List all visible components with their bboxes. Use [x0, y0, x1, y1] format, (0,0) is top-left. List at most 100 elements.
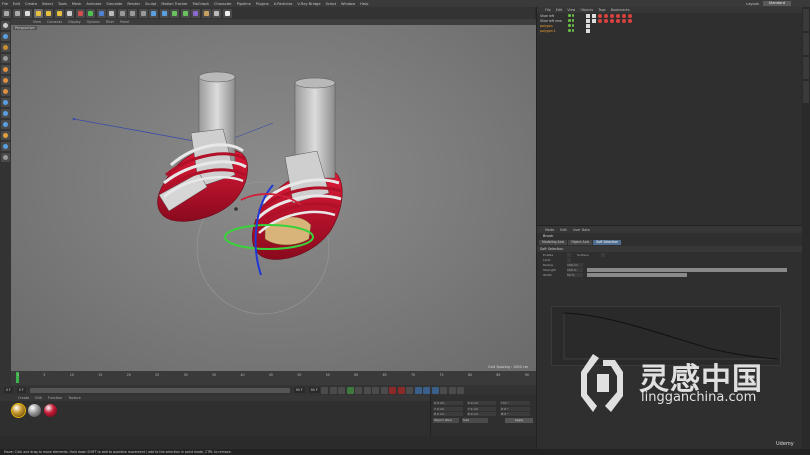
- goto-end-button[interactable]: [372, 386, 380, 394]
- deformer-button[interactable]: [191, 8, 200, 18]
- coordinate-system-button[interactable]: [107, 8, 116, 18]
- am-menu-edit[interactable]: Edit: [560, 228, 567, 232]
- timeline-menu-button[interactable]: [457, 386, 465, 394]
- layers-tab[interactable]: [803, 81, 809, 103]
- size-x-field[interactable]: X 0 cm: [466, 401, 497, 405]
- polygons-mode-button[interactable]: [1, 87, 10, 96]
- menu-animate[interactable]: Animate: [86, 2, 101, 6]
- workplane-button[interactable]: [1, 54, 10, 63]
- menu-tools[interactable]: Tools: [58, 2, 67, 6]
- menu-help[interactable]: Help: [360, 2, 368, 6]
- edges-mode-button[interactable]: [1, 76, 10, 85]
- next-frame-button[interactable]: [355, 386, 363, 394]
- visibility-flags[interactable]: [568, 24, 586, 27]
- lock-workplane-button[interactable]: [1, 153, 10, 162]
- end-frame-field[interactable]: 90 F: [308, 387, 320, 393]
- position-y-field[interactable]: Y 0 cm: [433, 406, 463, 411]
- range-start-field[interactable]: 0 F: [16, 387, 26, 393]
- axis-mode-button[interactable]: [1, 98, 10, 107]
- viewport-menu-display[interactable]: Display: [68, 20, 81, 24]
- menu-mesh[interactable]: Mesh: [72, 2, 81, 6]
- menu-motion-tracker[interactable]: Motion Tracker: [161, 2, 187, 6]
- size-z-field[interactable]: Z 0 cm: [466, 412, 497, 416]
- om-menu-view[interactable]: View: [567, 8, 575, 12]
- visibility-flags[interactable]: [568, 14, 586, 17]
- menu-select[interactable]: Select: [42, 2, 53, 6]
- prev-key-button[interactable]: [329, 386, 337, 394]
- points-mode-button[interactable]: [1, 65, 10, 74]
- layout-dropdown[interactable]: Standard: [762, 1, 791, 6]
- menu-plugins[interactable]: Plugins: [256, 2, 269, 6]
- y-axis-button[interactable]: [86, 8, 95, 18]
- record-button[interactable]: [389, 386, 397, 394]
- size-y-field[interactable]: Y 0 cm: [466, 406, 497, 411]
- subdivision-button[interactable]: [170, 8, 179, 18]
- point-level-button[interactable]: [448, 386, 456, 394]
- strength-field[interactable]: 100 %: [567, 267, 583, 272]
- structure-tab[interactable]: [803, 57, 809, 79]
- menu-file[interactable]: File: [2, 2, 8, 6]
- loop-button[interactable]: [380, 386, 388, 394]
- rotation-p-field[interactable]: P 0 °: [500, 406, 531, 411]
- menu-edit[interactable]: Edit: [13, 2, 20, 6]
- apply-button[interactable]: Apply: [505, 418, 533, 423]
- object-tags[interactable]: [586, 28, 592, 33]
- scale-tool-button[interactable]: [44, 8, 53, 18]
- menu-window[interactable]: Window: [341, 2, 355, 6]
- visibility-flags[interactable]: [568, 29, 586, 32]
- tab-modeling-axis[interactable]: Modeling Axis: [539, 239, 568, 245]
- position-key-button[interactable]: [414, 386, 422, 394]
- am-menu-user-data[interactable]: User Data: [573, 228, 590, 232]
- surface-checkbox[interactable]: [601, 252, 605, 257]
- coordinate-mode-dropdown[interactable]: Object (Rel): [433, 418, 459, 423]
- recent-tools-button[interactable]: [65, 8, 74, 18]
- content-browser-tab[interactable]: [803, 33, 809, 55]
- material-swatch[interactable]: [28, 404, 42, 420]
- goto-start-button[interactable]: [321, 386, 329, 394]
- texture-mode-button[interactable]: [1, 43, 10, 52]
- pen-button[interactable]: [159, 8, 169, 18]
- parameter-key-button[interactable]: [440, 386, 448, 394]
- object-tags[interactable]: [586, 23, 592, 28]
- light-button[interactable]: [222, 8, 232, 18]
- cube-button[interactable]: [149, 8, 158, 18]
- rotation-h-field[interactable]: H 0 °: [500, 401, 531, 405]
- object-tags[interactable]: [586, 13, 634, 18]
- rotation-b-field[interactable]: B 0 °: [500, 412, 531, 416]
- undo-button[interactable]: [2, 8, 11, 18]
- object-name[interactable]: Shoe left new: [540, 19, 568, 23]
- range-slider[interactable]: [29, 387, 290, 393]
- menu-vray-bridge[interactable]: V-Ray Bridge: [297, 2, 320, 6]
- tweak-mode-button[interactable]: [1, 131, 10, 140]
- render-view-button[interactable]: [117, 8, 127, 18]
- start-frame-field[interactable]: 0 F: [4, 387, 13, 393]
- menu-sculpt[interactable]: Sculpt: [145, 2, 156, 6]
- size-mode-dropdown[interactable]: Size: [462, 418, 488, 423]
- timeline[interactable]: 0 5 10 15 20 25 30 35 40 45 50 55 60 65 …: [11, 371, 536, 385]
- viewport-menu-filter[interactable]: Filter: [106, 20, 114, 24]
- objects-tab[interactable]: [803, 9, 809, 31]
- floor-button[interactable]: [201, 8, 211, 18]
- viewport-menu-cameras[interactable]: Cameras: [47, 20, 62, 24]
- om-menu-objects[interactable]: Objects: [580, 8, 593, 12]
- position-z-field[interactable]: Z 0 cm: [433, 412, 463, 416]
- material-menu-edit[interactable]: Edit: [35, 396, 42, 400]
- object-name[interactable]: Shoe left: [540, 14, 568, 18]
- menu-x-particles[interactable]: X-Particles: [274, 2, 293, 6]
- menu-character[interactable]: Character: [214, 2, 232, 6]
- object-tags[interactable]: [586, 18, 634, 23]
- menu-simulate[interactable]: Simulate: [106, 2, 122, 6]
- live-selection-button[interactable]: [23, 8, 32, 18]
- material-menu-create[interactable]: Create: [18, 396, 29, 400]
- rotation-key-button[interactable]: [431, 386, 439, 394]
- material-menu-function[interactable]: Function: [48, 396, 62, 400]
- width-field[interactable]: 50 %: [567, 272, 583, 277]
- material-swatch[interactable]: [11, 403, 26, 420]
- paint-button[interactable]: [1, 142, 10, 151]
- object-name[interactable]: polygon: [540, 24, 568, 28]
- autokey-button[interactable]: [397, 386, 405, 394]
- make-editable-button[interactable]: [1, 21, 10, 30]
- menu-mograph[interactable]: MoGraph: [193, 2, 209, 6]
- menu-render[interactable]: Render: [127, 2, 140, 6]
- enable-checkbox[interactable]: [567, 252, 571, 257]
